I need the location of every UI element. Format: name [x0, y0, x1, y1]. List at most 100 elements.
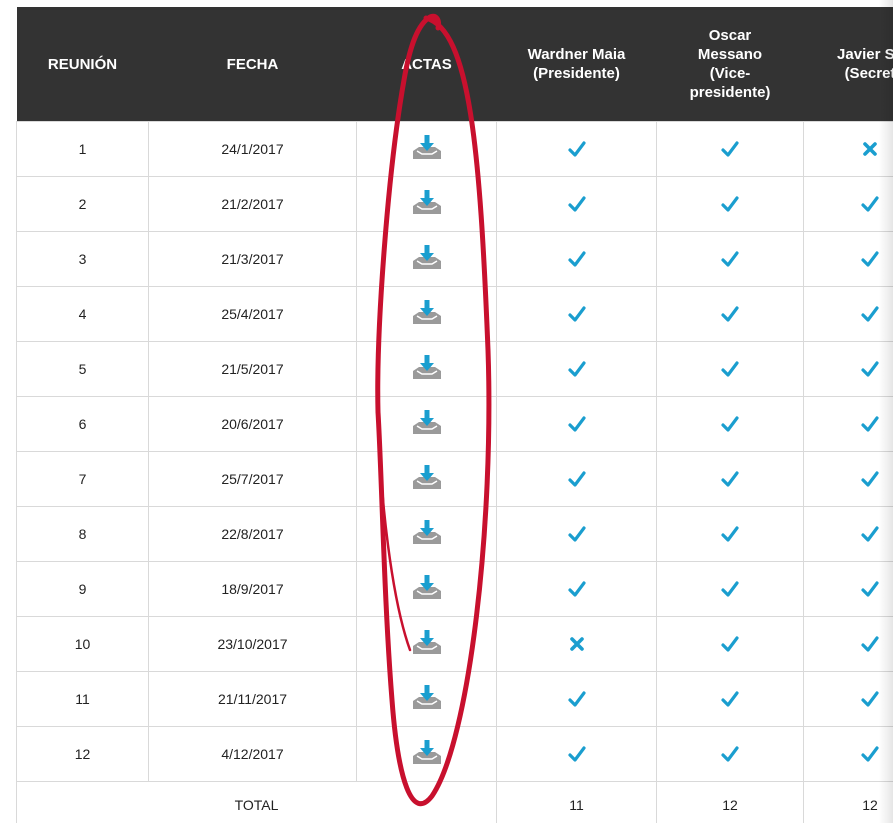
meeting-date: 21/11/2017 [148, 671, 357, 727]
column-header-actas: ACTAS [356, 7, 497, 122]
column-header-line: (Presidente) [533, 65, 620, 82]
reunion-number: 9 [16, 561, 149, 617]
screenshot-frame: REUNIÓN FECHA ACTAS Wardner Maia (Presidente… [0, 0, 893, 823]
download-icon[interactable] [410, 464, 444, 494]
attendance-cell [496, 396, 657, 452]
reunion-number: 6 [16, 396, 149, 452]
actas-download-cell[interactable] [356, 341, 497, 397]
total-row: TOTAL 11 12 12 [16, 781, 893, 823]
reunion-number: 4 [16, 286, 149, 342]
attendance-cell [803, 286, 893, 342]
column-header-line: ACTAS [401, 55, 452, 73]
attendance-cell [496, 671, 657, 727]
check-icon [721, 196, 739, 212]
download-icon[interactable] [410, 684, 444, 714]
download-icon[interactable] [410, 134, 444, 164]
table-row: 5 21/5/2017 [16, 341, 893, 397]
actas-download-cell[interactable] [356, 286, 497, 342]
actas-download-cell[interactable] [356, 616, 497, 672]
check-icon [721, 141, 739, 157]
attendance-cell [656, 341, 804, 397]
download-icon[interactable] [410, 244, 444, 274]
download-icon[interactable] [410, 299, 444, 329]
column-header-line: Messano [697, 46, 763, 63]
table-row: 9 18/9/2017 [16, 561, 893, 617]
actas-download-cell[interactable] [356, 726, 497, 782]
table-body: 1 24/1/2017 2 21/2/2017 3 21/3/2017 4 25/4/2017… [16, 121, 893, 782]
reunion-number: 10 [16, 616, 149, 672]
actas-download-cell[interactable] [356, 671, 497, 727]
check-icon [721, 251, 739, 267]
column-header-line: REUNIÓN [47, 55, 118, 73]
column-header-line: Javier Sa [837, 46, 893, 63]
check-icon [861, 636, 879, 652]
actas-download-cell[interactable] [356, 396, 497, 452]
meeting-date: 20/6/2017 [148, 396, 357, 452]
table-row: 4 25/4/2017 [16, 286, 893, 342]
check-icon [861, 416, 879, 432]
attendance-table: REUNIÓN FECHA ACTAS Wardner Maia (Presidente… [16, 7, 893, 823]
attendance-cell [656, 561, 804, 617]
download-icon[interactable] [410, 629, 444, 659]
check-icon [861, 471, 879, 487]
download-icon[interactable] [410, 354, 444, 384]
meeting-date: 4/12/2017 [148, 726, 357, 782]
meeting-date: 21/3/2017 [148, 231, 357, 287]
reunion-number: 11 [16, 671, 149, 727]
column-header-line: presidente) [689, 84, 771, 101]
check-icon [567, 526, 586, 542]
check-icon [721, 416, 739, 432]
reunion-number: 3 [16, 231, 149, 287]
check-icon [861, 526, 879, 542]
attendance-cell [496, 561, 657, 617]
check-icon [861, 196, 879, 212]
attendance-cell [803, 671, 893, 727]
header-row: REUNIÓN FECHA ACTAS Wardner Maia (Presidente… [16, 7, 893, 122]
total-cell: 11 [496, 781, 657, 823]
actas-download-cell[interactable] [356, 231, 497, 287]
attendance-cell [803, 616, 893, 672]
check-icon [567, 691, 586, 707]
actas-download-cell[interactable] [356, 176, 497, 232]
attendance-cell [803, 396, 893, 452]
attendance-cell [803, 506, 893, 562]
attendance-cell [496, 451, 657, 507]
attendance-cell [656, 726, 804, 782]
meeting-date: 18/9/2017 [148, 561, 357, 617]
download-icon[interactable] [410, 519, 444, 549]
download-icon[interactable] [410, 739, 444, 769]
column-header-member2: Oscar Messano (Vice-presidente) [656, 7, 804, 122]
total-cell: 12 [803, 781, 893, 823]
attendance-cell [803, 121, 893, 177]
attendance-cell [656, 616, 804, 672]
actas-download-cell[interactable] [356, 121, 497, 177]
reunion-number: 2 [16, 176, 149, 232]
total-cell: 12 [656, 781, 804, 823]
check-icon [567, 471, 586, 487]
attendance-cell [803, 451, 893, 507]
check-icon [861, 306, 879, 322]
download-icon[interactable] [410, 189, 444, 219]
check-icon [861, 691, 879, 707]
table-row: 2 21/2/2017 [16, 176, 893, 232]
actas-download-cell[interactable] [356, 506, 497, 562]
reunion-number: 8 [16, 506, 149, 562]
column-header-line: FECHA [226, 55, 279, 73]
download-icon[interactable] [410, 574, 444, 604]
attendance-cell [496, 726, 657, 782]
download-icon[interactable] [410, 409, 444, 439]
table-row: 10 23/10/2017 [16, 616, 893, 672]
check-icon [861, 361, 879, 377]
actas-download-cell[interactable] [356, 451, 497, 507]
table-row: 12 4/12/2017 [16, 726, 893, 782]
check-icon [567, 196, 586, 212]
attendance-cell [656, 121, 804, 177]
attendance-cell [803, 561, 893, 617]
actas-download-cell[interactable] [356, 561, 497, 617]
check-icon [861, 581, 879, 597]
check-icon [567, 141, 586, 157]
check-icon [567, 361, 586, 377]
attendance-cell [656, 671, 804, 727]
column-header-line: (Vice- [709, 65, 751, 82]
meeting-date: 23/10/2017 [148, 616, 357, 672]
